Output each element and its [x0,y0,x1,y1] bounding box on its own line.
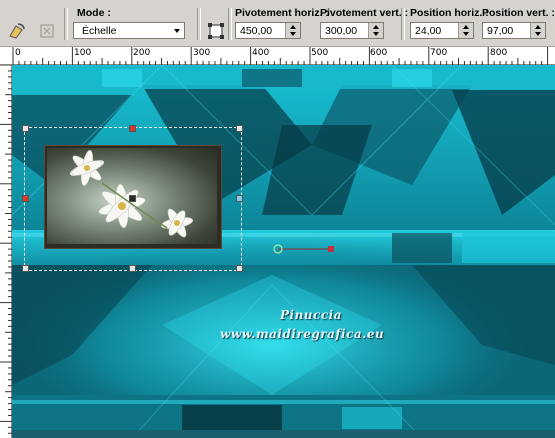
ruler-label: 700 [430,48,448,58]
mode-dropdown-value: Échelle [82,25,117,37]
corner-handle[interactable] [22,265,29,272]
presets-icon[interactable] [6,20,28,42]
corner-handle[interactable] [236,125,243,132]
chevron-down-icon [174,29,180,33]
spin-down-icon[interactable] [373,32,379,36]
position-vertical-spinner[interactable]: 97,00 [482,22,546,39]
watermark-author: Pinuccia [280,308,342,322]
pivot-vertical-spinner[interactable]: 300,00 [320,22,384,39]
horizontal-ruler: 0 100 200 300 400 500 600 700 800 [0,47,555,65]
edge-handle[interactable] [129,265,136,272]
position-horizontal-spinner[interactable]: 24,00 [410,22,474,39]
ruler-label: 400 [252,48,270,58]
vertical-ruler [0,65,12,438]
mode-dropdown[interactable]: Échelle [73,22,185,39]
corner-handle[interactable] [236,265,243,272]
pivot-horizontal-spinner[interactable]: 450,00 [235,22,301,39]
rotation-handle[interactable] [129,125,136,132]
spinner-buttons[interactable] [530,23,545,38]
pivot-line-icon[interactable] [272,241,342,257]
toolbar-separator [64,8,68,40]
position-vertical-value: 97,00 [487,25,514,37]
mode-label: Mode : [77,7,111,19]
ruler-label: 500 [311,48,329,58]
edge-handle[interactable] [236,195,243,202]
spin-down-icon[interactable] [290,32,296,36]
ruler-ticks [0,65,12,434]
ruler-label: 100 [74,48,92,58]
corner-handle[interactable] [22,125,29,132]
spin-up-icon[interactable] [290,25,296,29]
pick-tool-mode-icon[interactable] [205,20,227,42]
spinner-buttons[interactable] [458,23,473,38]
ruler-label: 0 [15,48,21,58]
pivot-vertical-value: 300,00 [325,25,358,37]
spin-down-icon[interactable] [463,32,469,36]
tool-options-bar: Mode : Échelle Pivotement horiz. : 450,0… [0,0,555,47]
ruler-label: 800 [490,48,508,58]
toolbar-separator [228,8,232,40]
spinner-buttons[interactable] [368,23,383,38]
canvas-bottom-edge [12,430,555,438]
pivot-horizontal-label: Pivotement horiz. : [235,7,329,19]
watermark-url: www.maidiregrafica.eu [220,327,385,341]
pivot-vertical-label: Pivotement vert. : [320,7,409,19]
ruler-label: 200 [133,48,151,58]
position-horizontal-label: Position horiz. : [410,7,489,19]
spin-up-icon[interactable] [463,25,469,29]
edge-handle[interactable] [22,195,29,202]
image-canvas[interactable]: Pinuccia www.maidiregrafica.eu [12,65,555,438]
ruler-label: 600 [370,48,388,58]
toolbar-separator [401,8,405,40]
spin-down-icon[interactable] [535,32,541,36]
center-handle[interactable] [129,195,136,202]
spin-up-icon[interactable] [535,25,541,29]
position-vertical-label: Position vert. : [482,7,555,19]
ruler-label: 300 [193,48,211,58]
spin-up-icon[interactable] [373,25,379,29]
spinner-buttons[interactable] [285,23,300,38]
toolbar-separator [197,8,201,40]
pivot-horizontal-value: 450,00 [240,25,273,37]
reset-icon[interactable] [36,20,58,42]
position-horizontal-value: 24,00 [415,25,442,37]
